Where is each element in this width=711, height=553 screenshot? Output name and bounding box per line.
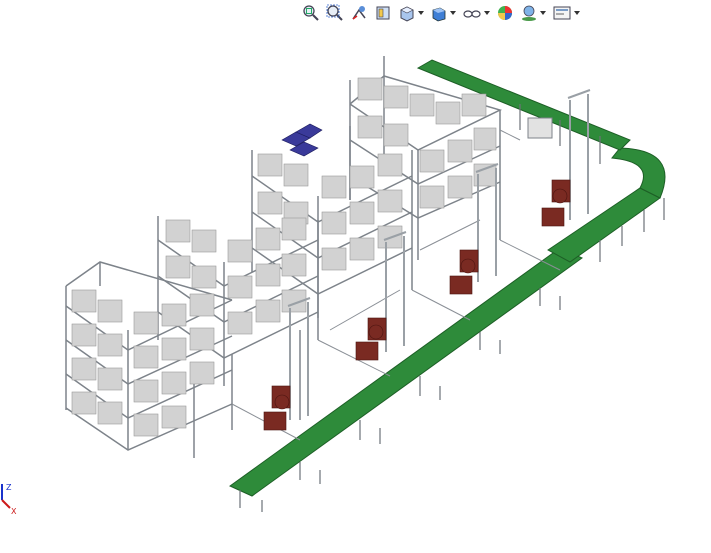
conveyor-belt[interactable] <box>229 59 666 512</box>
x-axis-line <box>1 499 11 509</box>
view-orientation-dropdown-icon[interactable] <box>418 11 424 15</box>
section-view-button[interactable] <box>372 2 394 24</box>
view-settings-icon <box>553 6 571 20</box>
edit-appearance-button[interactable] <box>494 2 516 24</box>
hide-show-items-button[interactable] <box>460 2 492 24</box>
z-axis-label: Z <box>6 483 12 492</box>
edit-appearance-icon <box>498 6 512 20</box>
hide-show-items-icon <box>463 10 481 18</box>
reference-triad: Z X <box>1 483 17 516</box>
x-axis-label: X <box>11 507 17 516</box>
view-heads-up-toolbar <box>300 0 582 26</box>
view-settings-dropdown-icon[interactable] <box>574 11 580 15</box>
hide-show-dropdown-icon[interactable] <box>484 11 490 15</box>
apply-scene-dropdown-icon[interactable] <box>540 11 546 15</box>
zoom-to-fit-button[interactable] <box>300 2 322 24</box>
apply-scene-icon <box>522 5 536 21</box>
storage-rack-1[interactable] <box>65 261 233 458</box>
zoom-to-fit-icon <box>303 5 319 21</box>
zoom-to-area-icon <box>326 4 343 21</box>
display-style-icon <box>432 7 446 22</box>
view-orientation-button[interactable] <box>396 2 426 24</box>
previous-view-icon <box>352 6 366 20</box>
display-style-button[interactable] <box>428 2 458 24</box>
graphics-viewport[interactable]: Z X <box>0 0 711 549</box>
factory-assembly-model[interactable] <box>0 0 711 549</box>
storage-rack-3[interactable] <box>251 123 413 318</box>
section-view-icon <box>376 6 390 20</box>
view-settings-button[interactable] <box>550 2 582 24</box>
control-cabinet[interactable] <box>527 117 553 139</box>
previous-view-button[interactable] <box>348 2 370 24</box>
apply-scene-button[interactable] <box>518 2 548 24</box>
zoom-to-area-button[interactable] <box>324 2 346 24</box>
pallet-part[interactable] <box>281 123 323 157</box>
view-orientation-icon <box>400 6 414 22</box>
display-style-dropdown-icon[interactable] <box>450 11 456 15</box>
